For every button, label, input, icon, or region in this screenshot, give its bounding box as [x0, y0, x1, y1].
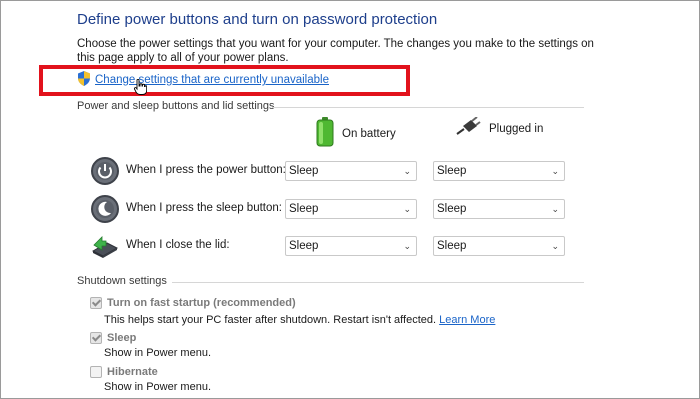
sleep-button-icon — [90, 194, 120, 224]
close-lid-battery-select[interactable]: Sleep ⌄ — [285, 236, 417, 256]
page-description: Choose the power settings that you want … — [77, 38, 594, 64]
chevron-down-icon: ⌄ — [403, 204, 411, 214]
power-button-plugged-select[interactable]: Sleep ⌄ — [433, 161, 565, 181]
laptop-lid-icon — [90, 231, 120, 261]
row-label-power-button: When I press the power button: — [126, 164, 286, 176]
section-divider — [272, 107, 584, 108]
select-value: Sleep — [437, 240, 467, 252]
hand-cursor-icon — [133, 78, 148, 100]
hibernate-checkbox-row[interactable]: Hibernate — [90, 366, 158, 378]
select-value: Sleep — [289, 165, 319, 177]
power-button-battery-select[interactable]: Sleep ⌄ — [285, 161, 417, 181]
select-value: Sleep — [289, 240, 319, 252]
hibernate-label: Hibernate — [107, 366, 158, 378]
fast-startup-checkbox[interactable] — [90, 297, 102, 309]
shutdown-section-heading: Shutdown settings — [77, 275, 167, 287]
sleep-description: Show in Power menu. — [104, 347, 211, 359]
power-section-heading: Power and sleep buttons and lid settings — [77, 100, 275, 112]
select-value: Sleep — [437, 165, 467, 177]
highlight-box — [39, 65, 410, 96]
learn-more-link[interactable]: Learn More — [439, 314, 495, 326]
chevron-down-icon: ⌄ — [403, 241, 411, 251]
row-label-sleep-button: When I press the sleep button: — [126, 202, 282, 214]
fast-startup-label: Turn on fast startup (recommended) — [107, 297, 296, 309]
row-label-close-lid: When I close the lid: — [126, 239, 230, 251]
sleep-button-battery-select[interactable]: Sleep ⌄ — [285, 199, 417, 219]
hibernate-checkbox[interactable] — [90, 366, 102, 378]
chevron-down-icon: ⌄ — [551, 241, 559, 251]
page-title: Define power buttons and turn on passwor… — [77, 11, 438, 28]
fast-startup-checkbox-row[interactable]: Turn on fast startup (recommended) — [90, 297, 296, 309]
on-battery-label: On battery — [342, 127, 396, 140]
plugged-in-label: Plugged in — [489, 122, 544, 135]
sleep-checkbox-row[interactable]: Sleep — [90, 332, 136, 344]
section-divider — [172, 282, 584, 283]
column-header-plugged-in: Plugged in — [455, 116, 544, 140]
fast-startup-description: This helps start your PC faster after sh… — [104, 314, 495, 326]
sleep-checkbox[interactable] — [90, 332, 102, 344]
battery-icon — [316, 117, 334, 150]
chevron-down-icon: ⌄ — [551, 166, 559, 176]
chevron-down-icon: ⌄ — [403, 166, 411, 176]
sleep-button-plugged-select[interactable]: Sleep ⌄ — [433, 199, 565, 219]
power-plug-icon — [455, 116, 481, 140]
hibernate-description: Show in Power menu. — [104, 381, 211, 393]
power-button-icon — [90, 156, 120, 186]
chevron-down-icon: ⌄ — [551, 204, 559, 214]
select-value: Sleep — [437, 203, 467, 215]
column-header-on-battery: On battery — [316, 117, 396, 150]
select-value: Sleep — [289, 203, 319, 215]
sleep-label: Sleep — [107, 332, 137, 344]
fast-startup-desc-text: This helps start your PC faster after sh… — [104, 314, 437, 326]
close-lid-plugged-select[interactable]: Sleep ⌄ — [433, 236, 565, 256]
